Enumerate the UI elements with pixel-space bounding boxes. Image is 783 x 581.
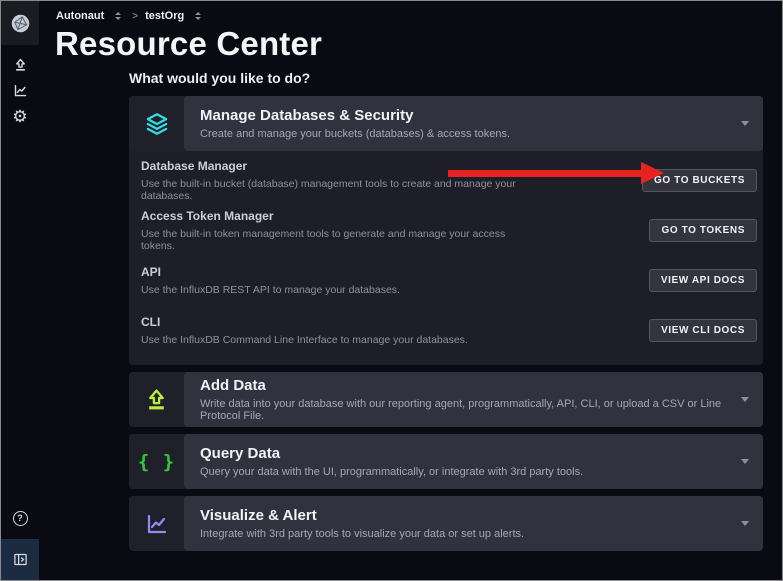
section-title: Query Data — [200, 445, 741, 462]
section-header-query-data[interactable]: { } Query Data Query your data with the … — [129, 434, 763, 489]
section-description: Write data into your database with our r… — [200, 398, 741, 422]
row-description: Use the InfluxDB REST API to manage your… — [141, 284, 529, 296]
sidebar-nav: ⚙ — [1, 51, 39, 129]
expand-sidebar-icon — [13, 552, 28, 567]
section-title: Manage Databases & Security — [200, 107, 741, 124]
section-header-visualize-alert[interactable]: Visualize & Alert Integrate with 3rd par… — [129, 496, 763, 551]
chevron-down-icon[interactable] — [741, 397, 749, 402]
braces-glyph: { } — [138, 451, 175, 473]
chevron-down-icon[interactable] — [741, 459, 749, 464]
section-strip-text: Query Data Query your data with the UI, … — [200, 445, 741, 478]
row-description: Use the InfluxDB Command Line Interface … — [141, 334, 529, 346]
project-select-caret-icon[interactable] — [195, 12, 201, 20]
row-text: Access Token Manager Use the built-in to… — [141, 209, 649, 252]
view-cli-docs-button[interactable]: VIEW CLI DOCS — [649, 319, 757, 342]
chevron-right-icon: > — [132, 11, 138, 22]
go-to-tokens-button[interactable]: GO TO TOKENS — [649, 219, 757, 242]
help-icon: ? — [13, 511, 28, 526]
breadcrumb-project[interactable]: testOrg — [145, 10, 184, 22]
breadcrumb: Autonaut > testOrg — [39, 1, 782, 22]
upload-icon — [13, 57, 28, 72]
section-header-manage-databases[interactable]: Manage Databases & Security Create and m… — [129, 96, 763, 151]
resource-panel: Manage Databases & Security Create and m… — [129, 96, 763, 551]
sidebar-item-load-data[interactable] — [1, 51, 39, 77]
chevron-down-icon[interactable] — [741, 521, 749, 526]
view-api-docs-button[interactable]: VIEW API DOCS — [649, 269, 757, 292]
section-strip: Add Data Write data into your database w… — [184, 372, 763, 427]
section-add-data: Add Data Write data into your database w… — [129, 372, 763, 427]
sidebar-item-help[interactable]: ? — [1, 505, 39, 531]
section-strip-text: Visualize & Alert Integrate with 3rd par… — [200, 507, 741, 540]
row-description: Use the built-in token management tools … — [141, 228, 529, 252]
row-access-token-manager: Access Token Manager Use the built-in to… — [129, 205, 763, 255]
section-description: Query your data with the UI, programmati… — [200, 466, 741, 478]
chart-icon — [129, 496, 184, 551]
layers-icon — [129, 96, 184, 151]
help-glyph: ? — [17, 513, 23, 523]
page-subtitle: What would you like to do? — [129, 70, 782, 86]
logo-icon — [10, 13, 31, 34]
section-title: Add Data — [200, 377, 741, 394]
section-strip: Query Data Query your data with the UI, … — [184, 434, 763, 489]
row-title: API — [141, 265, 529, 279]
row-cli: CLI Use the InfluxDB Command Line Interf… — [129, 305, 763, 355]
gear-icon: ⚙ — [12, 108, 27, 125]
row-text: Database Manager Use the built-in bucket… — [141, 159, 642, 202]
braces-icon: { } — [129, 434, 184, 489]
row-text: CLI Use the InfluxDB Command Line Interf… — [141, 315, 649, 346]
page-title: Resource Center — [55, 25, 782, 63]
org-select-caret-icon[interactable] — [115, 12, 121, 20]
main-content: Autonaut > testOrg Resource Center What … — [39, 1, 782, 580]
section-manage-databases: Manage Databases & Security Create and m… — [129, 96, 763, 365]
row-text: API Use the InfluxDB REST API to manage … — [141, 265, 649, 296]
go-to-buckets-button[interactable]: GO TO BUCKETS — [642, 169, 757, 192]
row-title: CLI — [141, 315, 529, 329]
row-database-manager: Database Manager Use the built-in bucket… — [129, 155, 763, 205]
sidebar-item-expand[interactable] — [1, 539, 39, 580]
row-description: Use the built-in bucket (database) manag… — [141, 178, 522, 202]
section-strip-text: Manage Databases & Security Create and m… — [200, 107, 741, 140]
app-window: ⚙ ? Autonaut > testOrg Resource Center — [0, 0, 783, 581]
section-strip: Manage Databases & Security Create and m… — [184, 96, 763, 151]
sidebar-item-data-explorer[interactable] — [1, 77, 39, 103]
sidebar-item-settings[interactable]: ⚙ — [1, 103, 39, 129]
section-strip-text: Add Data Write data into your database w… — [200, 377, 741, 422]
section-body-manage-databases: Database Manager Use the built-in bucket… — [129, 151, 763, 365]
influxdb-logo[interactable] — [1, 1, 39, 45]
row-title: Access Token Manager — [141, 209, 529, 223]
row-api: API Use the InfluxDB REST API to manage … — [129, 255, 763, 305]
line-chart-icon — [13, 83, 28, 98]
section-strip: Visualize & Alert Integrate with 3rd par… — [184, 496, 763, 551]
upload-icon — [129, 372, 184, 427]
section-visualize-alert: Visualize & Alert Integrate with 3rd par… — [129, 496, 763, 551]
row-title: Database Manager — [141, 159, 522, 173]
chevron-down-icon[interactable] — [741, 121, 749, 126]
section-query-data: { } Query Data Query your data with the … — [129, 434, 763, 489]
section-description: Integrate with 3rd party tools to visual… — [200, 528, 741, 540]
sidebar: ⚙ ? — [1, 1, 39, 580]
breadcrumb-org[interactable]: Autonaut — [56, 10, 104, 22]
section-header-add-data[interactable]: Add Data Write data into your database w… — [129, 372, 763, 427]
section-description: Create and manage your buckets (database… — [200, 128, 741, 140]
section-title: Visualize & Alert — [200, 507, 741, 524]
